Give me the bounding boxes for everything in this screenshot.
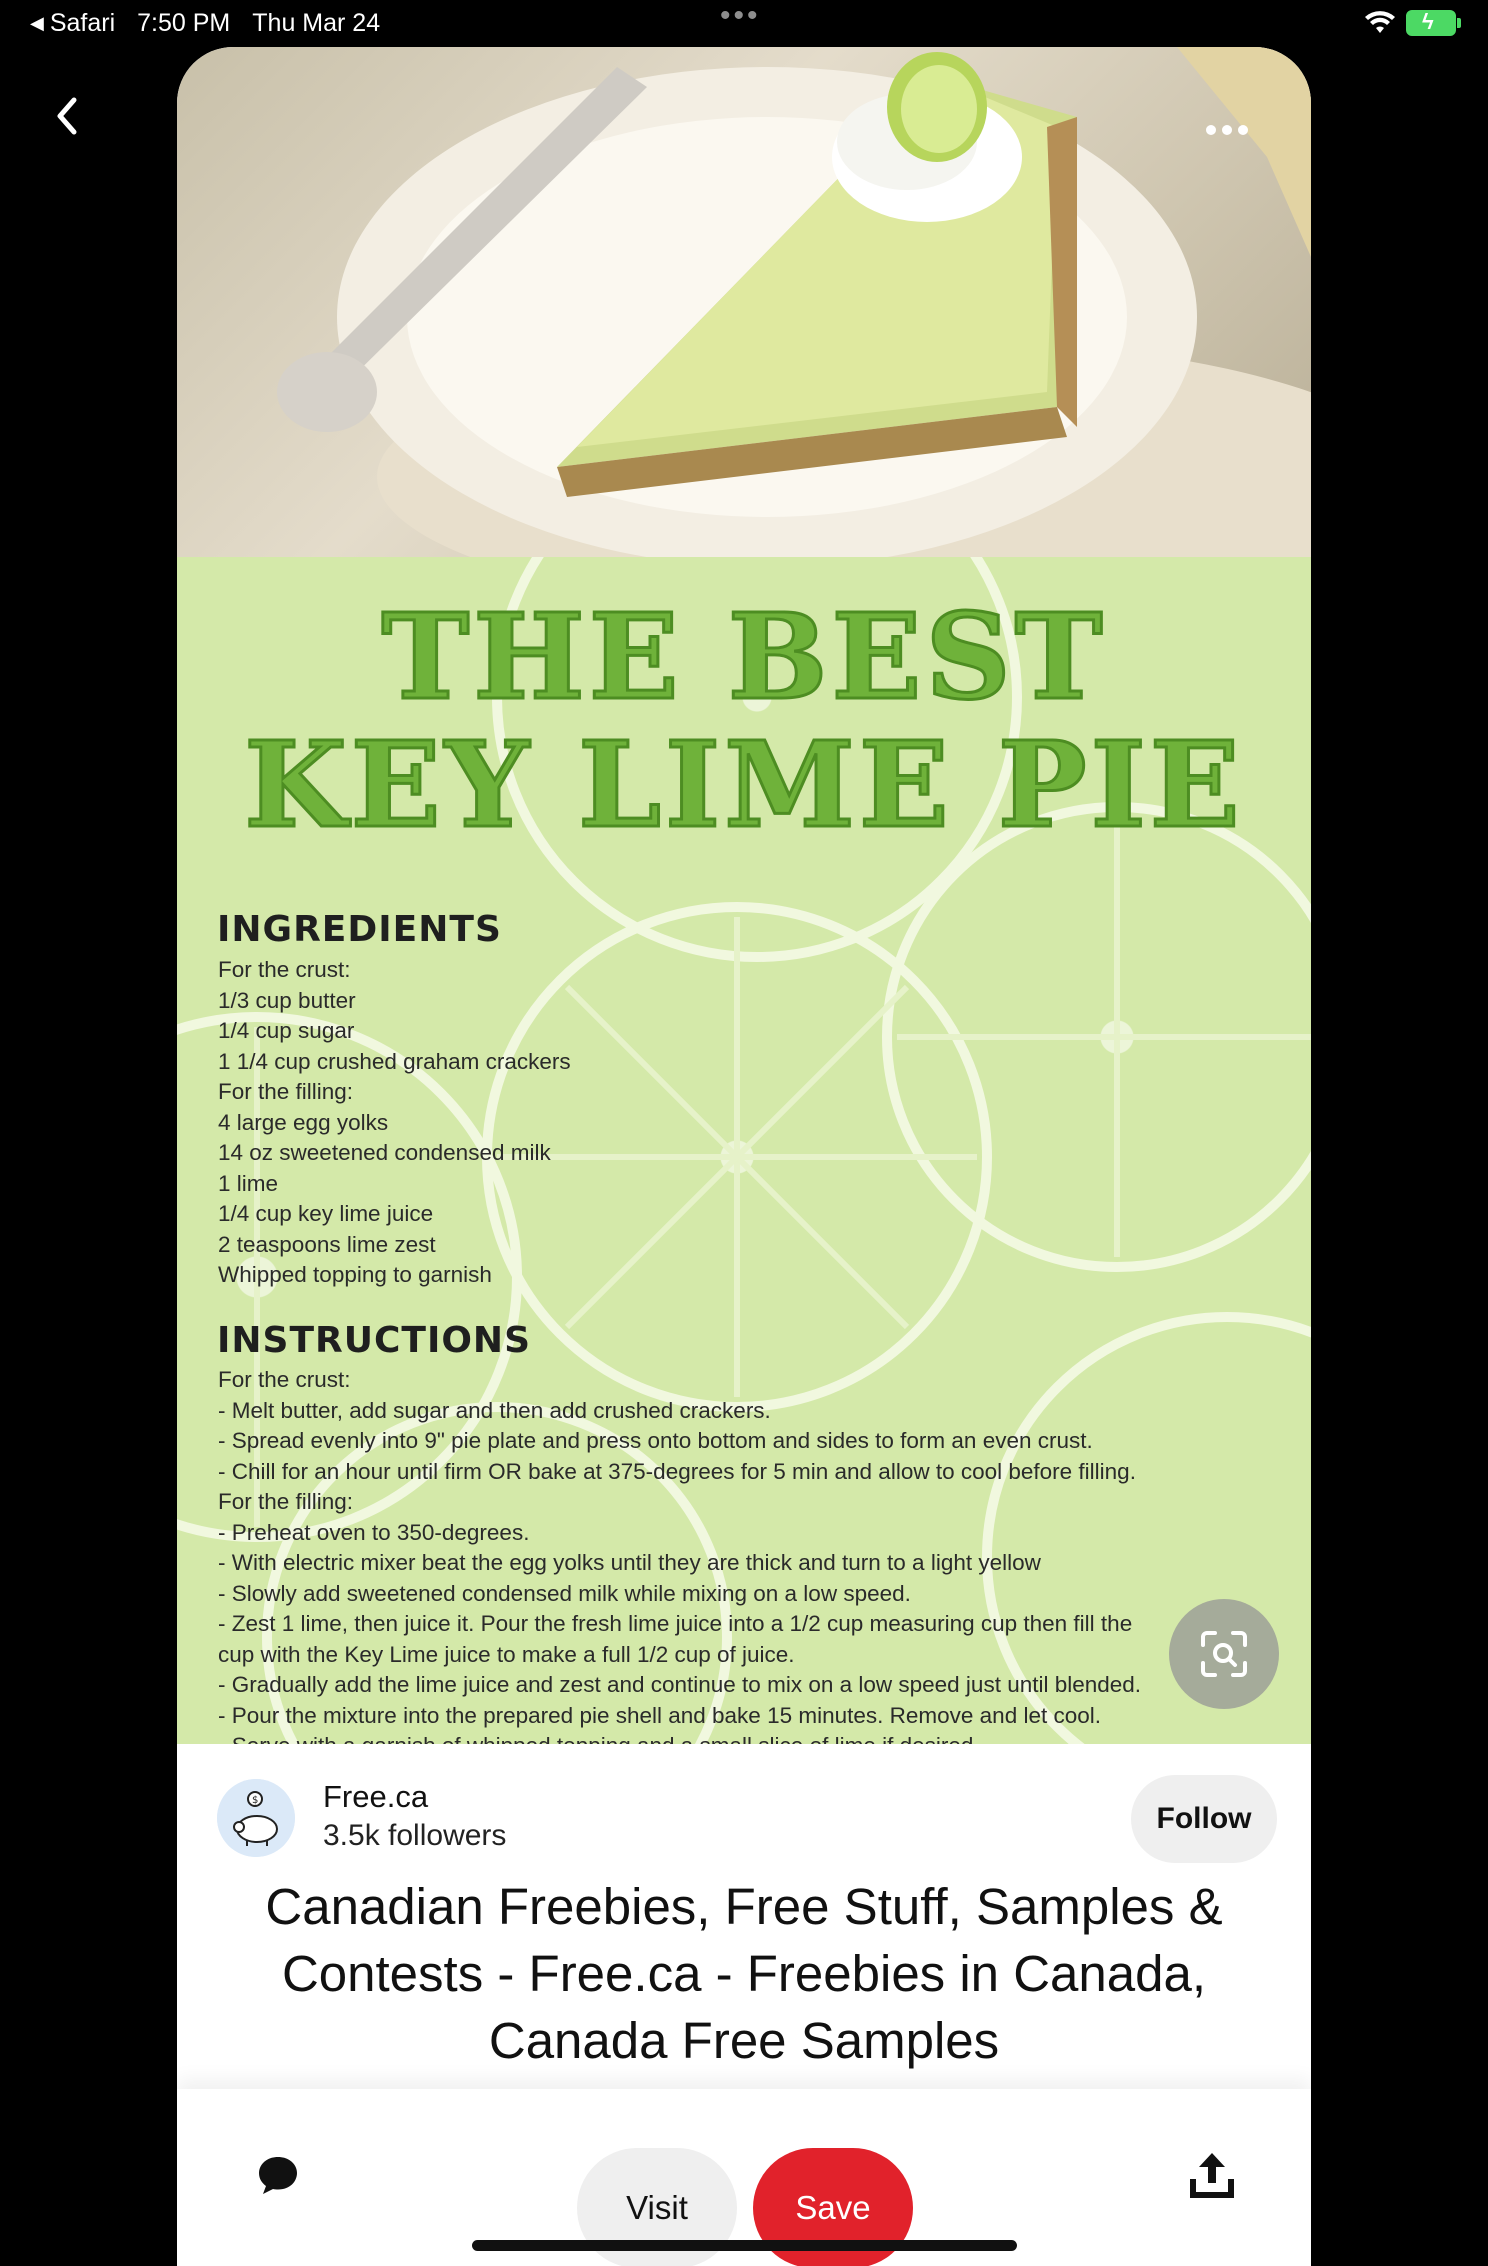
instructions-heading: INSTRUCTIONS	[217, 1320, 531, 1361]
battery-charging-icon: ϟ	[1406, 9, 1461, 36]
instruction-line: For the filling:	[218, 1489, 354, 1514]
back-to-safari-link[interactable]: ◀ Safari	[30, 9, 115, 38]
comment-bubble-icon[interactable]	[253, 2149, 303, 2199]
instruction-line: - Melt butter, add sugar and then add cr…	[218, 1397, 771, 1423]
recipe-infographic: THE BEST KEY LIME PIE INGREDIENTS For th…	[177, 557, 1311, 1744]
instruction-line: - Preheat oven to 350-degrees.	[218, 1519, 530, 1545]
ingredient-line: 1 lime	[218, 1170, 279, 1196]
chevron-left-icon[interactable]	[48, 92, 88, 140]
ingredient-line: For the crust:	[218, 957, 351, 982]
creator-name[interactable]: Free.ca	[323, 1779, 428, 1815]
ingredient-line: 1/3 cup butter	[218, 987, 356, 1013]
instruction-line: - With electric mixer beat the egg yolks…	[218, 1550, 1041, 1575]
pie-illustration	[277, 47, 1311, 557]
svg-text:$: $	[252, 1795, 258, 1806]
ingredient-line: Whipped topping to garnish	[218, 1262, 492, 1287]
ingredient-line: For the filling:	[218, 1079, 354, 1104]
ingredient-line: 1 1/4 cup crushed graham crackers	[218, 1048, 571, 1074]
ingredient-line: 2 teaspoons lime zest	[218, 1231, 436, 1257]
multitasking-dots-icon[interactable]: •••	[720, 1, 761, 31]
creator-row: $ Free.ca 3.5k followers Follow	[217, 1775, 1277, 1865]
status-date: Thu Mar 24	[252, 9, 381, 37]
instruction-line: - Spread evenly into 9" pie plate and pr…	[218, 1428, 1093, 1453]
wifi-icon	[1365, 11, 1395, 33]
more-options-icon[interactable]	[1199, 115, 1255, 145]
instruction-line: - Pour the mixture into the prepared pie…	[218, 1702, 1102, 1728]
pin-image[interactable]: THE BEST KEY LIME PIE INGREDIENTS For th…	[177, 47, 1311, 1744]
home-indicator[interactable]	[472, 2240, 1017, 2251]
instruction-line: - Serve with a garnish of whipped toppin…	[218, 1731, 1288, 1744]
pin-card: THE BEST KEY LIME PIE INGREDIENTS For th…	[177, 47, 1311, 2266]
instruction-line: cup with the Key Lime juice to make a fu…	[218, 1641, 795, 1667]
ingredients-list: For the crust: 1/3 cup butter 1/4 cup su…	[218, 955, 571, 1291]
status-bar: ◀ Safari 7:50 PM Thu Mar 24 ••• ϟ	[0, 0, 1488, 48]
instruction-line: - Chill for an hour until firm OR bake a…	[218, 1458, 1136, 1484]
visual-search-icon	[1201, 1631, 1247, 1677]
ingredient-line: 4 large egg yolks	[218, 1109, 389, 1135]
recipe-title-line2: KEY LIME PIE	[243, 715, 1244, 854]
ingredient-line: 1/4 cup sugar	[218, 1018, 355, 1043]
status-time: 7:50 PM	[137, 9, 231, 37]
instruction-line: - Slowly add sweetened condensed milk wh…	[218, 1580, 911, 1606]
ingredient-line: 1/4 cup key lime juice	[218, 1201, 434, 1226]
pin-title: Canadian Freebies, Free Stuff, Samples &…	[265, 1878, 1223, 2069]
key-lime-pie-photo	[177, 47, 1311, 557]
back-app-label: Safari	[49, 9, 116, 37]
follow-button[interactable]: Follow	[1131, 1775, 1277, 1863]
instruction-line: For the crust:	[218, 1367, 351, 1392]
ingredients-heading: INGREDIENTS	[217, 909, 502, 950]
piggy-bank-icon: $	[217, 1779, 295, 1857]
visual-search-button[interactable]	[1169, 1599, 1279, 1709]
back-triangle-icon: ◀	[30, 13, 44, 33]
creator-followers: 3.5k followers	[323, 1819, 507, 1852]
share-upload-icon[interactable]	[1187, 2147, 1237, 2203]
instruction-line: - Gradually add the lime juice and zest …	[218, 1672, 1142, 1697]
recipe-title-line1: THE BEST	[380, 587, 1107, 726]
ingredient-line: 14 oz sweetened condensed milk	[218, 1140, 551, 1165]
instructions-list: For the crust: - Melt butter, add sugar …	[218, 1365, 1288, 1744]
instruction-line: - Zest 1 lime, then juice it. Pour the f…	[218, 1611, 1133, 1636]
creator-avatar[interactable]: $	[217, 1779, 295, 1857]
